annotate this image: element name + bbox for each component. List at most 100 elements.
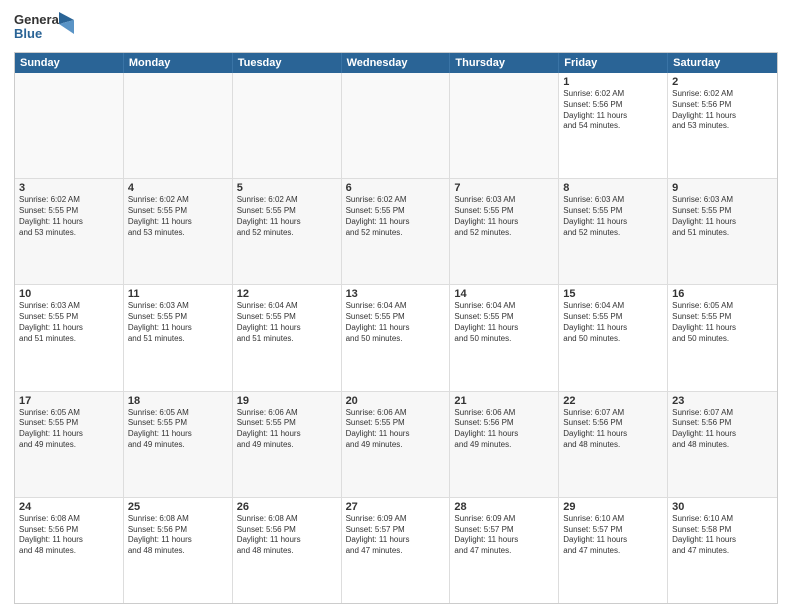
cell-text: Sunrise: 6:02 AMSunset: 5:56 PMDaylight:… xyxy=(672,89,773,132)
cell-text: Sunrise: 6:04 AMSunset: 5:55 PMDaylight:… xyxy=(237,301,337,344)
cal-cell: 7Sunrise: 6:03 AMSunset: 5:55 PMDaylight… xyxy=(450,179,559,284)
day-number: 25 xyxy=(128,501,228,513)
day-number: 30 xyxy=(672,501,773,513)
day-number: 13 xyxy=(346,288,446,300)
cell-text: Sunrise: 6:04 AMSunset: 5:55 PMDaylight:… xyxy=(346,301,446,344)
header-day-wednesday: Wednesday xyxy=(342,53,451,73)
header-day-tuesday: Tuesday xyxy=(233,53,342,73)
day-number: 17 xyxy=(19,395,119,407)
cal-cell: 27Sunrise: 6:09 AMSunset: 5:57 PMDayligh… xyxy=(342,498,451,603)
cell-text: Sunrise: 6:08 AMSunset: 5:56 PMDaylight:… xyxy=(237,514,337,557)
day-number: 26 xyxy=(237,501,337,513)
day-number: 16 xyxy=(672,288,773,300)
cal-cell: 12Sunrise: 6:04 AMSunset: 5:55 PMDayligh… xyxy=(233,285,342,390)
cell-text: Sunrise: 6:03 AMSunset: 5:55 PMDaylight:… xyxy=(128,301,228,344)
logo-svg: GeneralBlue xyxy=(14,10,74,46)
day-number: 23 xyxy=(672,395,773,407)
cal-cell: 13Sunrise: 6:04 AMSunset: 5:55 PMDayligh… xyxy=(342,285,451,390)
cell-text: Sunrise: 6:07 AMSunset: 5:56 PMDaylight:… xyxy=(563,408,663,451)
cell-text: Sunrise: 6:06 AMSunset: 5:55 PMDaylight:… xyxy=(346,408,446,451)
cal-cell: 9Sunrise: 6:03 AMSunset: 5:55 PMDaylight… xyxy=(668,179,777,284)
cal-cell: 29Sunrise: 6:10 AMSunset: 5:57 PMDayligh… xyxy=(559,498,668,603)
day-number: 12 xyxy=(237,288,337,300)
day-number: 3 xyxy=(19,182,119,194)
svg-text:General: General xyxy=(14,12,62,27)
day-number: 18 xyxy=(128,395,228,407)
cell-text: Sunrise: 6:03 AMSunset: 5:55 PMDaylight:… xyxy=(19,301,119,344)
header-day-sunday: Sunday xyxy=(15,53,124,73)
cal-cell: 8Sunrise: 6:03 AMSunset: 5:55 PMDaylight… xyxy=(559,179,668,284)
cal-cell xyxy=(233,73,342,178)
cal-cell xyxy=(124,73,233,178)
cal-cell: 30Sunrise: 6:10 AMSunset: 5:58 PMDayligh… xyxy=(668,498,777,603)
day-number: 27 xyxy=(346,501,446,513)
day-number: 10 xyxy=(19,288,119,300)
cell-text: Sunrise: 6:02 AMSunset: 5:55 PMDaylight:… xyxy=(346,195,446,238)
cell-text: Sunrise: 6:05 AMSunset: 5:55 PMDaylight:… xyxy=(19,408,119,451)
day-number: 14 xyxy=(454,288,554,300)
week-row-3: 10Sunrise: 6:03 AMSunset: 5:55 PMDayligh… xyxy=(15,284,777,390)
cell-text: Sunrise: 6:06 AMSunset: 5:55 PMDaylight:… xyxy=(237,408,337,451)
cal-cell: 4Sunrise: 6:02 AMSunset: 5:55 PMDaylight… xyxy=(124,179,233,284)
cal-cell xyxy=(450,73,559,178)
cal-cell: 11Sunrise: 6:03 AMSunset: 5:55 PMDayligh… xyxy=(124,285,233,390)
cell-text: Sunrise: 6:04 AMSunset: 5:55 PMDaylight:… xyxy=(563,301,663,344)
week-row-5: 24Sunrise: 6:08 AMSunset: 5:56 PMDayligh… xyxy=(15,497,777,603)
cell-text: Sunrise: 6:03 AMSunset: 5:55 PMDaylight:… xyxy=(563,195,663,238)
cell-text: Sunrise: 6:10 AMSunset: 5:57 PMDaylight:… xyxy=(563,514,663,557)
cal-cell: 24Sunrise: 6:08 AMSunset: 5:56 PMDayligh… xyxy=(15,498,124,603)
day-number: 11 xyxy=(128,288,228,300)
day-number: 8 xyxy=(563,182,663,194)
week-row-4: 17Sunrise: 6:05 AMSunset: 5:55 PMDayligh… xyxy=(15,391,777,497)
cal-cell: 14Sunrise: 6:04 AMSunset: 5:55 PMDayligh… xyxy=(450,285,559,390)
cell-text: Sunrise: 6:09 AMSunset: 5:57 PMDaylight:… xyxy=(346,514,446,557)
cal-cell: 22Sunrise: 6:07 AMSunset: 5:56 PMDayligh… xyxy=(559,392,668,497)
cell-text: Sunrise: 6:05 AMSunset: 5:55 PMDaylight:… xyxy=(672,301,773,344)
svg-text:Blue: Blue xyxy=(14,26,42,41)
cal-cell: 5Sunrise: 6:02 AMSunset: 5:55 PMDaylight… xyxy=(233,179,342,284)
day-number: 7 xyxy=(454,182,554,194)
week-row-2: 3Sunrise: 6:02 AMSunset: 5:55 PMDaylight… xyxy=(15,178,777,284)
cal-cell: 2Sunrise: 6:02 AMSunset: 5:56 PMDaylight… xyxy=(668,73,777,178)
cell-text: Sunrise: 6:08 AMSunset: 5:56 PMDaylight:… xyxy=(128,514,228,557)
header-day-friday: Friday xyxy=(559,53,668,73)
cal-cell: 28Sunrise: 6:09 AMSunset: 5:57 PMDayligh… xyxy=(450,498,559,603)
cell-text: Sunrise: 6:02 AMSunset: 5:55 PMDaylight:… xyxy=(128,195,228,238)
cal-cell: 17Sunrise: 6:05 AMSunset: 5:55 PMDayligh… xyxy=(15,392,124,497)
cell-text: Sunrise: 6:03 AMSunset: 5:55 PMDaylight:… xyxy=(672,195,773,238)
cal-cell: 19Sunrise: 6:06 AMSunset: 5:55 PMDayligh… xyxy=(233,392,342,497)
cal-cell: 6Sunrise: 6:02 AMSunset: 5:55 PMDaylight… xyxy=(342,179,451,284)
day-number: 6 xyxy=(346,182,446,194)
cal-cell xyxy=(15,73,124,178)
cal-cell: 26Sunrise: 6:08 AMSunset: 5:56 PMDayligh… xyxy=(233,498,342,603)
cell-text: Sunrise: 6:08 AMSunset: 5:56 PMDaylight:… xyxy=(19,514,119,557)
day-number: 21 xyxy=(454,395,554,407)
calendar-body: 1Sunrise: 6:02 AMSunset: 5:56 PMDaylight… xyxy=(15,73,777,603)
day-number: 5 xyxy=(237,182,337,194)
cal-cell: 21Sunrise: 6:06 AMSunset: 5:56 PMDayligh… xyxy=(450,392,559,497)
cal-cell: 20Sunrise: 6:06 AMSunset: 5:55 PMDayligh… xyxy=(342,392,451,497)
cal-cell: 10Sunrise: 6:03 AMSunset: 5:55 PMDayligh… xyxy=(15,285,124,390)
cal-cell: 16Sunrise: 6:05 AMSunset: 5:55 PMDayligh… xyxy=(668,285,777,390)
header-day-thursday: Thursday xyxy=(450,53,559,73)
page: GeneralBlue SundayMondayTuesdayWednesday… xyxy=(0,0,792,612)
day-number: 4 xyxy=(128,182,228,194)
cal-cell: 23Sunrise: 6:07 AMSunset: 5:56 PMDayligh… xyxy=(668,392,777,497)
calendar: SundayMondayTuesdayWednesdayThursdayFrid… xyxy=(14,52,778,604)
cell-text: Sunrise: 6:02 AMSunset: 5:56 PMDaylight:… xyxy=(563,89,663,132)
cal-cell: 1Sunrise: 6:02 AMSunset: 5:56 PMDaylight… xyxy=(559,73,668,178)
day-number: 9 xyxy=(672,182,773,194)
cell-text: Sunrise: 6:03 AMSunset: 5:55 PMDaylight:… xyxy=(454,195,554,238)
header-day-monday: Monday xyxy=(124,53,233,73)
cell-text: Sunrise: 6:07 AMSunset: 5:56 PMDaylight:… xyxy=(672,408,773,451)
cell-text: Sunrise: 6:06 AMSunset: 5:56 PMDaylight:… xyxy=(454,408,554,451)
day-number: 29 xyxy=(563,501,663,513)
day-number: 15 xyxy=(563,288,663,300)
header: GeneralBlue xyxy=(14,10,778,46)
cal-cell: 15Sunrise: 6:04 AMSunset: 5:55 PMDayligh… xyxy=(559,285,668,390)
cal-cell xyxy=(342,73,451,178)
calendar-header: SundayMondayTuesdayWednesdayThursdayFrid… xyxy=(15,53,777,73)
cell-text: Sunrise: 6:04 AMSunset: 5:55 PMDaylight:… xyxy=(454,301,554,344)
cell-text: Sunrise: 6:02 AMSunset: 5:55 PMDaylight:… xyxy=(19,195,119,238)
cell-text: Sunrise: 6:05 AMSunset: 5:55 PMDaylight:… xyxy=(128,408,228,451)
